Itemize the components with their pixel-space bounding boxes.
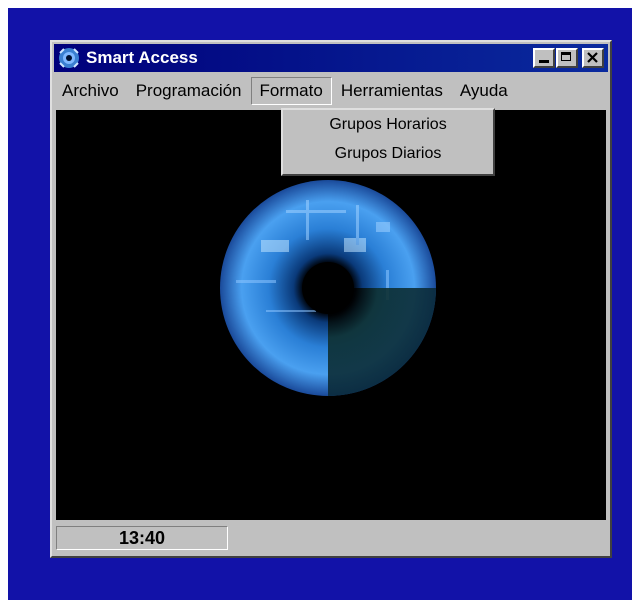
maximize-button[interactable] bbox=[556, 48, 578, 68]
status-bar: 13:40 bbox=[56, 524, 606, 552]
close-button[interactable] bbox=[582, 48, 604, 68]
minimize-button[interactable] bbox=[533, 48, 555, 68]
menu-ayuda[interactable]: Ayuda bbox=[452, 78, 516, 104]
window-title: Smart Access bbox=[86, 48, 198, 67]
menu-programacion[interactable]: Programación bbox=[128, 78, 250, 104]
menu-herramientas[interactable]: Herramientas bbox=[333, 78, 451, 104]
menu-archivo[interactable]: Archivo bbox=[54, 78, 127, 104]
maximize-icon bbox=[561, 52, 571, 61]
close-icon bbox=[587, 52, 598, 63]
eye-icon[interactable] bbox=[58, 47, 80, 69]
window-controls bbox=[532, 48, 604, 68]
status-time: 13:40 bbox=[56, 526, 228, 550]
menu-item-grupos-diarios[interactable]: Grupos Diarios bbox=[283, 139, 493, 168]
formato-dropdown: Grupos Horarios Grupos Diarios bbox=[281, 108, 495, 176]
title-bar[interactable]: Smart Access bbox=[54, 44, 608, 72]
menu-item-grupos-horarios[interactable]: Grupos Horarios bbox=[283, 110, 493, 139]
minimize-icon bbox=[539, 60, 549, 63]
menu-bar: Archivo Programación Formato Herramienta… bbox=[54, 76, 608, 106]
menu-formato[interactable]: Formato bbox=[250, 77, 332, 105]
